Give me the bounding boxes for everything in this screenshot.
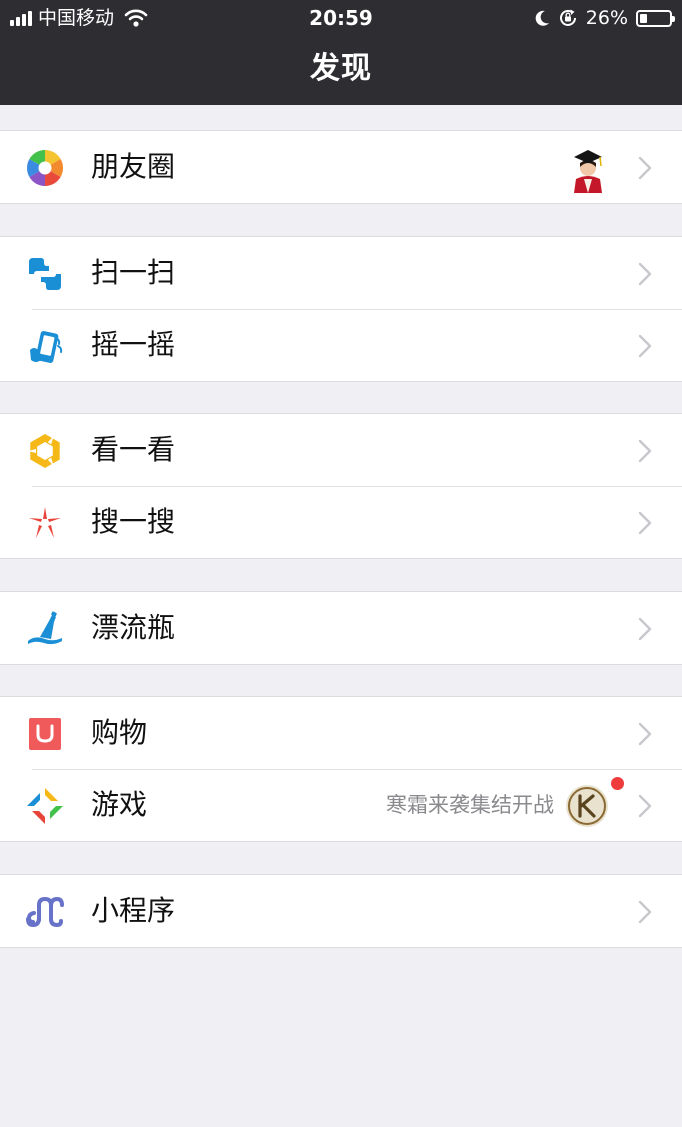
games-icon [27, 788, 63, 824]
group-mini-programs: 小程序 [0, 874, 682, 948]
moments-icon [26, 150, 64, 186]
drift-bottle-icon [28, 611, 62, 645]
page-title: 发现 [310, 51, 372, 86]
chevron-right-icon [638, 794, 652, 818]
status-bar-right: 26% [534, 6, 675, 30]
shake-icon [30, 331, 63, 363]
chevron-right-icon [638, 900, 652, 924]
list-item-shake[interactable]: 摇一摇 [0, 309, 682, 381]
chevron-right-icon [638, 156, 652, 180]
game-k-badge-icon [566, 785, 608, 827]
shopping-icon [29, 718, 61, 750]
list-item-shopping[interactable]: 购物 [0, 697, 682, 769]
list-item-label: 摇一摇 [91, 328, 176, 361]
battery-percent: 26% [585, 7, 628, 29]
moments-thumbnail [562, 141, 614, 193]
group-scan-shake: 扫一扫 摇一摇 [0, 236, 682, 382]
list-item-label: 看一看 [91, 433, 176, 466]
battery-level-fill [640, 13, 647, 23]
top-stories-icon [28, 434, 60, 468]
moon-icon [535, 10, 549, 26]
search-icon [29, 507, 61, 538]
chevron-right-icon [638, 262, 652, 286]
orientation-lock-icon [559, 9, 576, 26]
group-drift-bottle: 漂流瓶 [0, 591, 682, 665]
battery-icon [636, 9, 675, 27]
scan-icon [29, 258, 61, 290]
group-discover: 看一看 搜一搜 [0, 413, 682, 559]
list-item-scan[interactable]: 扫一扫 [0, 237, 682, 309]
games-promo-text: 寒霜来袭集结开战 [386, 793, 554, 817]
top-bar: 中国移动 20:59 26% 发现 [0, 0, 682, 105]
list-item-label: 小程序 [91, 894, 176, 927]
list-item-label: 朋友圈 [91, 150, 176, 183]
list-item-search[interactable]: 搜一搜 [0, 486, 682, 558]
list-item-label: 购物 [91, 716, 148, 749]
group-moments: 朋友圈 [0, 130, 682, 204]
chevron-right-icon [638, 722, 652, 746]
mini-programs-icon [26, 896, 64, 928]
list-item-drift-bottle[interactable]: 漂流瓶 [0, 592, 682, 664]
chevron-right-icon [638, 334, 652, 358]
list-item-mini-programs[interactable]: 小程序 [0, 875, 682, 947]
notification-dot [611, 777, 624, 790]
chevron-right-icon [638, 511, 652, 535]
list-item-label: 游戏 [91, 788, 148, 821]
list-item-label: 搜一搜 [91, 505, 176, 538]
group-shopping-games: 购物 游戏 寒霜来袭集结开战 [0, 696, 682, 842]
chevron-right-icon [638, 617, 652, 641]
list-item-label: 漂流瓶 [91, 611, 176, 644]
status-bar: 中国移动 20:59 26% [0, 0, 682, 36]
list-item-moments[interactable]: 朋友圈 [0, 131, 682, 203]
list-item-top-stories[interactable]: 看一看 [0, 414, 682, 486]
list-item-label: 扫一扫 [91, 256, 176, 289]
battery-tip [672, 15, 675, 22]
chevron-right-icon [638, 439, 652, 463]
list-item-games[interactable]: 游戏 寒霜来袭集结开战 [0, 769, 682, 841]
